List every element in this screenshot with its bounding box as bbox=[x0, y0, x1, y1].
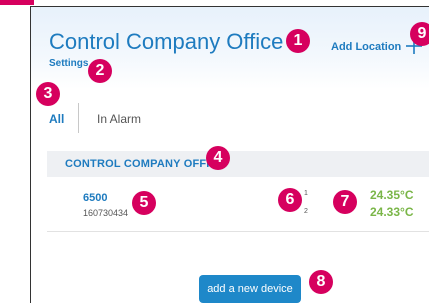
channel-temperature: 24.33°C bbox=[370, 205, 414, 219]
tab-in-alarm[interactable]: In Alarm bbox=[97, 112, 141, 126]
channel-temperature: 24.35°C bbox=[370, 188, 414, 202]
location-name: CONTROL COMPANY OFFICE bbox=[65, 158, 226, 170]
add-location-link[interactable]: Add Location bbox=[331, 41, 401, 53]
add-device-button[interactable]: add a new device bbox=[199, 275, 301, 303]
callout-badge: 3 bbox=[36, 82, 60, 106]
callout-badge: 8 bbox=[309, 270, 333, 294]
callout-badge: 1 bbox=[286, 29, 310, 53]
device-serial: 160730434 bbox=[83, 208, 129, 218]
channel-number: 2 bbox=[304, 208, 308, 215]
location-header[interactable]: CONTROL COMPANY OFFICE bbox=[47, 151, 429, 177]
top-accent-tab bbox=[0, 0, 34, 5]
callout-badge: 9 bbox=[410, 22, 429, 46]
callout-badge: 7 bbox=[333, 190, 357, 214]
channel-number: 1 bbox=[304, 190, 308, 197]
row-divider bbox=[47, 231, 429, 232]
device-row[interactable]: 6500 160730434 1 2 24.35°C 24.33°C bbox=[47, 177, 429, 231]
callout-badge: 2 bbox=[88, 59, 112, 83]
page-title: Control Company Office bbox=[49, 29, 284, 54]
callout-badge: 5 bbox=[132, 191, 156, 215]
tab-divider bbox=[78, 103, 79, 133]
callout-badge: 4 bbox=[206, 146, 230, 170]
device-name-link[interactable]: 6500 bbox=[83, 192, 107, 204]
settings-link[interactable]: Settings bbox=[49, 58, 88, 69]
tab-all[interactable]: All bbox=[49, 112, 64, 126]
callout-badge: 6 bbox=[278, 188, 302, 212]
